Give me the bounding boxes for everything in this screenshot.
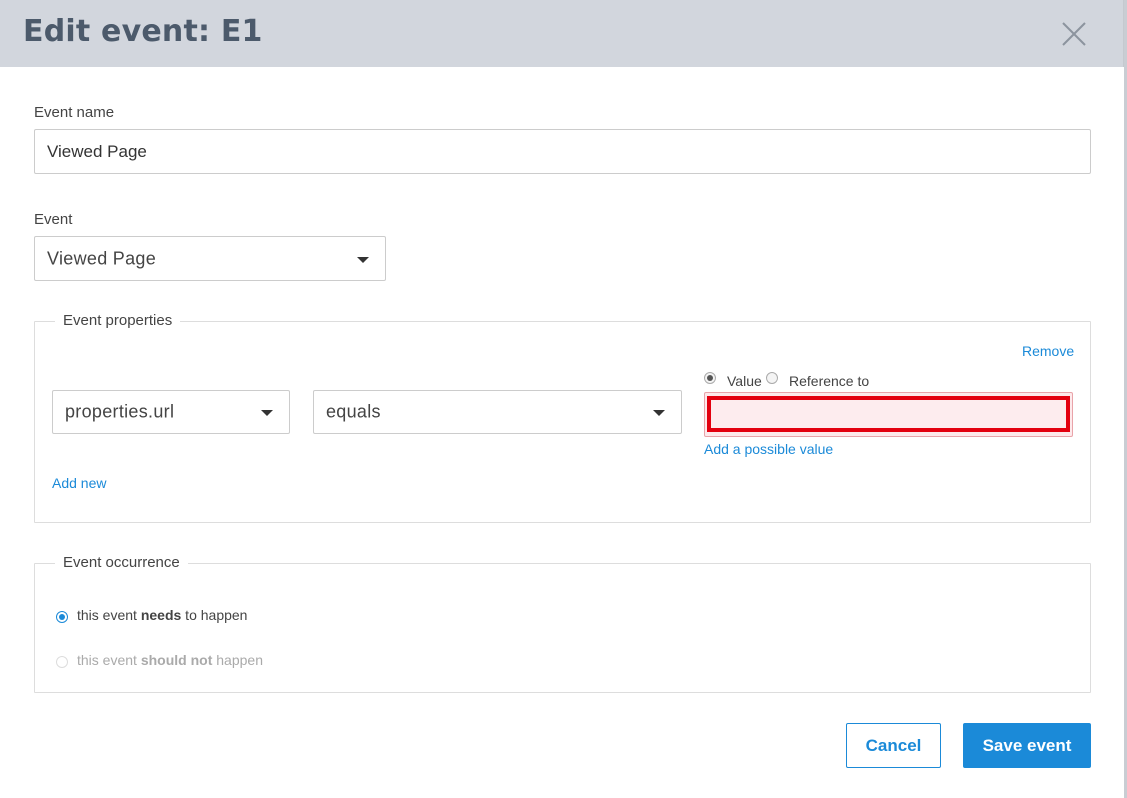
- save-event-button[interactable]: Save event: [963, 723, 1091, 768]
- dialog-title: Edit event: E1: [23, 14, 263, 49]
- operator-select-value: equals: [326, 401, 381, 422]
- needs-to-happen-radio[interactable]: [56, 611, 68, 623]
- reference-mode-label: Reference to: [789, 373, 870, 389]
- event-occurrence-fieldset: Event occurrence: [34, 554, 1091, 693]
- caret-down-icon: [261, 410, 273, 416]
- event-select[interactable]: Viewed Page: [34, 236, 386, 281]
- reference-mode-radio[interactable]: [766, 372, 778, 384]
- value-mode-radio[interactable]: [704, 372, 716, 384]
- event-select-value: Viewed Page: [47, 248, 157, 268]
- add-possible-value-link[interactable]: Add a possible value: [704, 441, 833, 457]
- dialog-header: Edit event: E1: [0, 0, 1124, 67]
- property-select-value: properties.url: [65, 401, 175, 422]
- needs-to-happen-label: this event needs to happen: [77, 607, 248, 623]
- event-label: Event: [34, 211, 73, 228]
- property-select[interactable]: properties.url: [52, 390, 290, 434]
- value-input[interactable]: [707, 396, 1070, 432]
- value-mode-label: Value: [727, 373, 762, 389]
- cancel-button[interactable]: Cancel: [846, 723, 941, 768]
- should-not-happen-radio[interactable]: [56, 656, 68, 668]
- caret-down-icon: [653, 410, 665, 416]
- close-icon[interactable]: [1060, 20, 1088, 48]
- caret-down-icon: [357, 256, 369, 263]
- add-new-link[interactable]: Add new: [52, 475, 106, 491]
- event-occurrence-legend: Event occurrence: [55, 554, 188, 571]
- operator-select[interactable]: equals: [313, 390, 682, 434]
- event-properties-legend: Event properties: [55, 312, 181, 329]
- remove-link[interactable]: Remove: [1022, 343, 1074, 359]
- should-not-happen-label: this event should not happen: [77, 652, 263, 668]
- event-name-label: Event name: [34, 104, 115, 121]
- event-name-input[interactable]: [34, 129, 1091, 174]
